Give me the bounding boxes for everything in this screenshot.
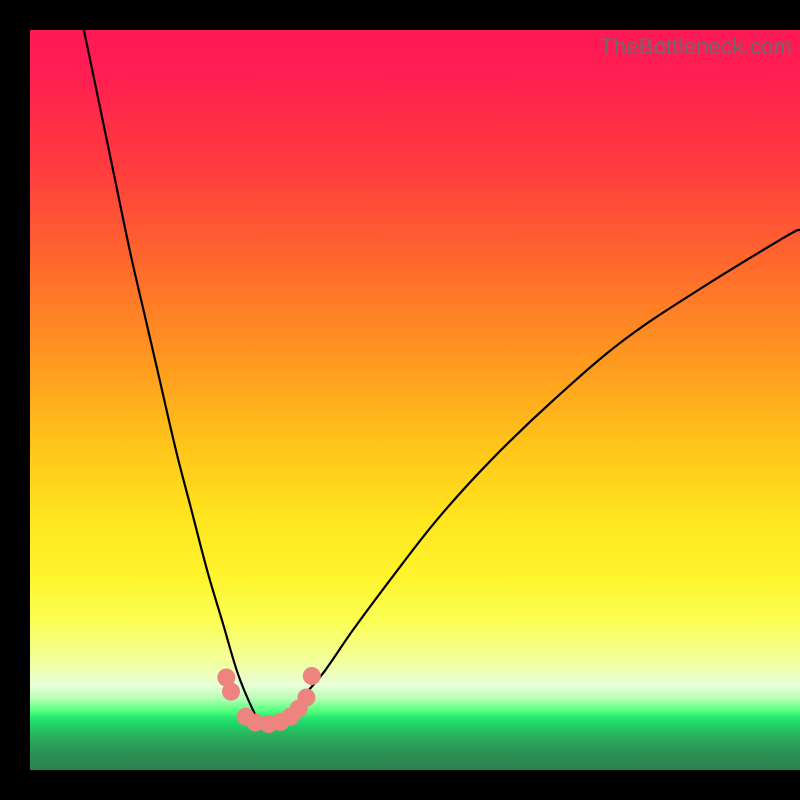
highlight-marker (303, 667, 321, 685)
chart-frame: TheBottleneck.com (0, 0, 800, 800)
curve-layer (30, 30, 800, 770)
highlight-marker (297, 689, 315, 707)
watermark-text: TheBottleneck.com (600, 34, 792, 60)
highlight-marker (222, 683, 240, 701)
plot-area: TheBottleneck.com (30, 30, 800, 770)
bottleneck-curve (84, 30, 800, 726)
marker-group (217, 667, 320, 733)
